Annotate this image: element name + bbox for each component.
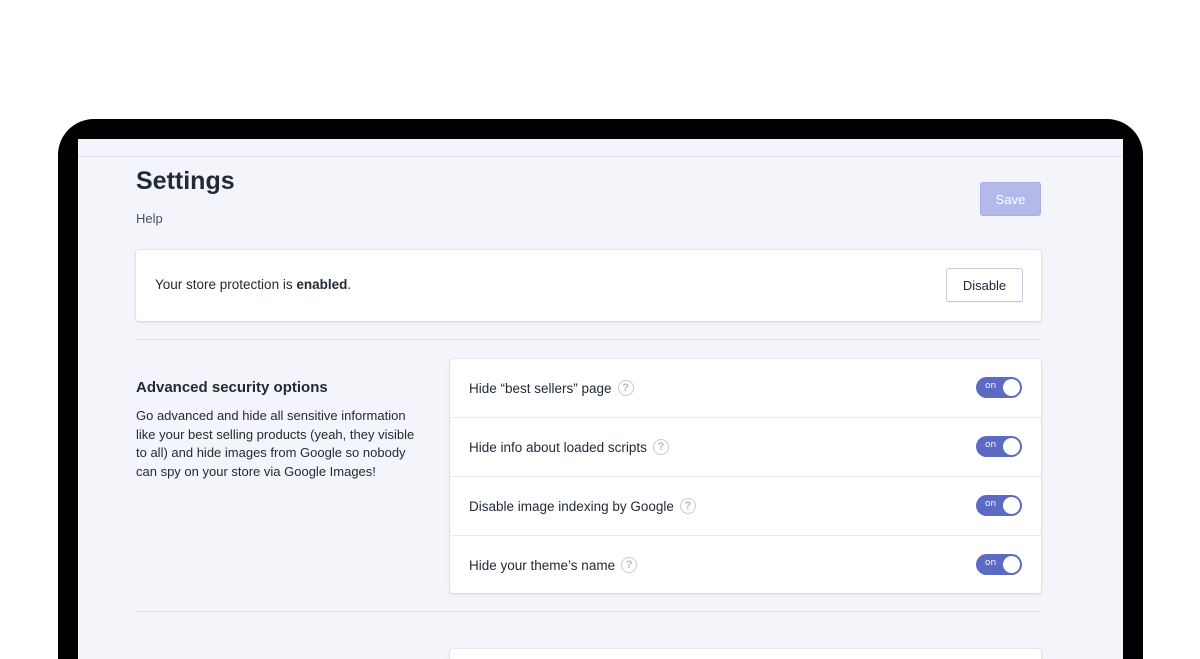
toggle-state-label: on	[985, 440, 997, 450]
next-section-card	[450, 649, 1041, 659]
toggle-theme-name[interactable]: on	[976, 554, 1022, 575]
protection-status-card: Your store protection is enabled. Disabl…	[136, 250, 1041, 321]
question-circle-icon[interactable]: ?	[679, 498, 696, 514]
laptop-frame: Settings Help Save Your store protection…	[58, 119, 1143, 659]
option-label-text: Hide info about loaded scripts	[469, 439, 647, 455]
option-label: Disable image indexing by Google ?	[469, 498, 696, 514]
option-label: Hide info about loaded scripts ?	[469, 439, 669, 455]
option-label-text: Disable image indexing by Google	[469, 498, 674, 514]
toggle-loaded-scripts[interactable]: on	[976, 436, 1022, 457]
toggle-knob	[1003, 379, 1020, 396]
save-button[interactable]: Save	[980, 182, 1041, 216]
toggle-state-label: on	[985, 499, 997, 509]
section-divider	[136, 339, 1041, 340]
option-row-theme-name: Hide your theme’s name ? on	[450, 535, 1041, 593]
advanced-section-description: Go advanced and hide all sensitive infor…	[136, 408, 415, 479]
toggle-state-label: on	[985, 558, 997, 568]
advanced-section-title: Advanced security options	[136, 379, 328, 396]
question-circle-icon[interactable]: ?	[652, 439, 669, 455]
status-prefix: Your store protection is	[155, 277, 297, 292]
option-row-best-sellers: Hide “best sellers” page ? on	[450, 359, 1041, 417]
option-row-image-indexing: Disable image indexing by Google ? on	[450, 476, 1041, 534]
toggle-knob	[1003, 438, 1020, 455]
status-state: enabled	[296, 277, 348, 292]
toggle-knob	[1003, 497, 1020, 514]
top-bar-border	[78, 156, 1123, 157]
toggle-knob	[1003, 556, 1020, 573]
toggle-state-label: on	[985, 381, 997, 391]
security-options-card: Hide “best sellers” page ? on Hide info …	[450, 359, 1041, 593]
app-screen: Settings Help Save Your store protection…	[78, 139, 1123, 659]
page-title: Settings	[136, 167, 235, 195]
question-circle-icon[interactable]: ?	[621, 557, 638, 573]
protection-status-text: Your store protection is enabled.	[155, 277, 351, 292]
status-suffix: .	[347, 277, 352, 292]
option-label: Hide “best sellers” page ?	[469, 380, 634, 396]
option-label-text: Hide your theme’s name	[469, 557, 616, 573]
option-label: Hide your theme’s name ?	[469, 557, 638, 573]
section-divider	[136, 611, 1041, 612]
help-link[interactable]: Help	[136, 211, 163, 226]
disable-button[interactable]: Disable	[946, 268, 1023, 302]
toggle-best-sellers[interactable]: on	[976, 377, 1022, 398]
option-label-text: Hide “best sellers” page	[469, 380, 612, 396]
question-circle-icon[interactable]: ?	[617, 380, 634, 396]
option-row-loaded-scripts: Hide info about loaded scripts ? on	[450, 417, 1041, 475]
toggle-image-indexing[interactable]: on	[976, 495, 1022, 516]
